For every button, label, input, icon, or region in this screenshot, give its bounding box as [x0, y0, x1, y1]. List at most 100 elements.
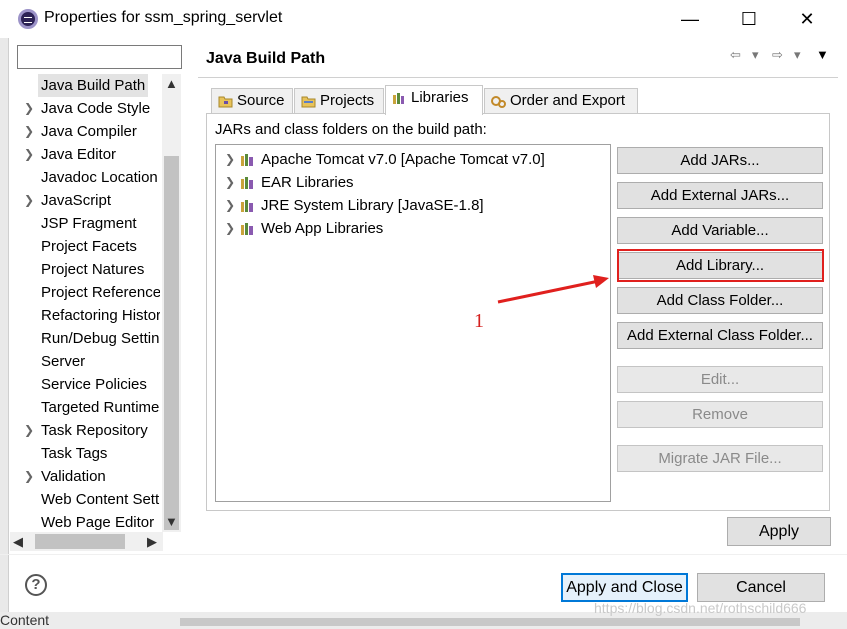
tree-item-label: Targeted Runtimes	[41, 399, 160, 416]
tab-libraries[interactable]: Libraries	[385, 85, 483, 115]
close-button[interactable]: ✕	[793, 6, 821, 32]
apply-button[interactable]: Apply	[727, 517, 831, 546]
watermark: https://blog.csdn.net/rothschild666	[594, 600, 807, 616]
expand-chevron-icon[interactable]: ❯	[225, 194, 235, 217]
forward-menu-chevron-icon[interactable]: ▾	[794, 47, 801, 63]
tree-item[interactable]: Javadoc Location	[10, 166, 160, 189]
tree-item[interactable]: ❯ Validation	[10, 465, 160, 488]
background-window-edge	[0, 38, 9, 629]
library-label: Apache Tomcat v7.0 [Apache Tomcat v7.0]	[261, 151, 545, 168]
tree-item[interactable]: Web Content Settings	[10, 488, 160, 511]
scrollbar-thumb[interactable]	[164, 156, 179, 530]
tree-item[interactable]: Task Tags	[10, 442, 160, 465]
order-export-icon	[491, 96, 506, 108]
expand-chevron-icon[interactable]: ❯	[225, 148, 235, 171]
annotation-highlight-box	[617, 249, 824, 282]
tree-item-label: Java Code Style	[41, 100, 151, 117]
scroll-down-icon[interactable]: ▼	[165, 514, 178, 529]
tree-vertical-scrollbar[interactable]: ▲ ▼	[162, 74, 181, 532]
tab-source[interactable]: Source	[211, 88, 293, 114]
build-path-libraries-tree[interactable]: ❯ Apache Tomcat v7.0 [Apache Tomcat v7.0]…	[215, 144, 611, 502]
window-title: Properties for ssm_spring_servlet	[44, 9, 283, 26]
scroll-left-icon[interactable]: ◀	[13, 532, 23, 551]
scroll-up-icon[interactable]: ▲	[165, 76, 178, 91]
expand-chevron-icon[interactable]: ❯	[24, 419, 34, 442]
divider	[0, 554, 847, 555]
expand-chevron-icon[interactable]: ❯	[24, 143, 34, 166]
migrate-jar-button[interactable]: Migrate JAR File...	[617, 445, 823, 472]
library-icon	[241, 177, 253, 189]
tree-item-label: Task Tags	[41, 445, 108, 462]
divider	[198, 77, 838, 78]
tree-item[interactable]: ❯ JavaScript	[10, 189, 160, 212]
tree-item[interactable]: Service Policies	[10, 373, 160, 396]
library-label: EAR Libraries	[261, 174, 354, 191]
tree-item[interactable]: ❯ Java Code Style	[10, 97, 160, 120]
tree-item[interactable]: Project References	[10, 281, 160, 304]
expand-chevron-icon[interactable]: ❯	[24, 189, 34, 212]
tab-label: Projects	[320, 92, 375, 109]
tree-item-label: Project References	[41, 284, 160, 301]
page-title: Java Build Path	[206, 50, 326, 67]
title-bar: Properties for ssm_spring_servlet — ☐ ✕	[0, 0, 847, 38]
tree-item-label: Web Content Settings	[41, 491, 160, 508]
edit-button[interactable]: Edit...	[617, 366, 823, 393]
tree-item-label: Service Policies	[41, 376, 147, 393]
tab-order-and-export[interactable]: Order and Export	[484, 88, 638, 114]
tree-item[interactable]: ❯ Task Repository	[10, 419, 160, 442]
tree-item-label: Project Natures	[41, 261, 145, 278]
tab-projects[interactable]: Projects	[294, 88, 384, 114]
filter-input[interactable]	[17, 45, 182, 69]
page-navigation: ⇦ ▾ ⇨ ▾ ▼	[730, 47, 830, 67]
tree-item-label: JavaScript	[41, 192, 112, 209]
back-arrow-icon[interactable]: ⇦	[730, 47, 741, 63]
library-icon	[241, 200, 253, 212]
tree-item[interactable]: Targeted Runtimes	[10, 396, 160, 419]
help-icon[interactable]: ?	[25, 574, 47, 596]
cancel-button[interactable]: Cancel	[697, 573, 825, 602]
expand-chevron-icon[interactable]: ❯	[24, 97, 34, 120]
forward-arrow-icon[interactable]: ⇨	[772, 47, 783, 63]
tree-item[interactable]: Project Natures	[10, 258, 160, 281]
tree-item[interactable]: JSP Fragment	[10, 212, 160, 235]
tree-item-label: Server	[41, 353, 86, 370]
add-class-folder-button[interactable]: Add Class Folder...	[617, 287, 823, 314]
annotation-arrow-icon	[497, 275, 609, 304]
property-pages-tree: Java Build Path ❯ Java Code Style ❯ Java Com…	[10, 74, 181, 532]
library-label: JRE System Library [JavaSE-1.8]	[261, 197, 484, 214]
scroll-right-icon[interactable]: ▶	[147, 532, 157, 551]
tree-item-label: Task Repository	[41, 422, 148, 439]
tree-item[interactable]: ❯ Java Compiler	[10, 120, 160, 143]
add-external-jars-button[interactable]: Add External JARs...	[617, 182, 823, 209]
tree-item-label: Refactoring History	[41, 307, 160, 324]
tree-item[interactable]: Web Page Editor	[10, 511, 160, 532]
tree-item-label: Project Facets	[41, 238, 137, 255]
expand-chevron-icon[interactable]: ❯	[225, 171, 235, 194]
tree-item-label: JSP Fragment	[41, 215, 137, 232]
expand-chevron-icon[interactable]: ❯	[24, 120, 34, 143]
tree-item[interactable]: Server	[10, 350, 160, 373]
add-jars-button[interactable]: Add JARs...	[617, 147, 823, 174]
add-external-class-folder-button[interactable]: Add External Class Folder...	[617, 322, 823, 349]
tree-item[interactable]: Java Build Path	[10, 74, 160, 97]
remove-button[interactable]: Remove	[617, 401, 823, 428]
maximize-button[interactable]: ☐	[735, 6, 763, 32]
tree-item[interactable]: Run/Debug Settings	[10, 327, 160, 350]
add-variable-button[interactable]: Add Variable...	[617, 217, 823, 244]
background-content-label: Content	[0, 612, 50, 628]
expand-chevron-icon[interactable]: ❯	[225, 217, 235, 240]
scrollbar-thumb[interactable]	[35, 534, 125, 549]
tree-item-label: Validation	[41, 468, 106, 485]
tree-item[interactable]: Project Facets	[10, 235, 160, 258]
minimize-button[interactable]: —	[676, 6, 704, 32]
tab-label: Order and Export	[510, 92, 626, 109]
expand-chevron-icon[interactable]: ❯	[24, 465, 34, 488]
tree-item[interactable]: ❯ Java Editor	[10, 143, 160, 166]
tree-horizontal-scrollbar[interactable]: ◀ ▶	[10, 532, 163, 551]
back-menu-chevron-icon[interactable]: ▾	[752, 47, 759, 63]
tab-label: Source	[237, 92, 285, 109]
apply-and-close-button[interactable]: Apply and Close	[561, 573, 688, 602]
tree-item[interactable]: Refactoring History	[10, 304, 160, 327]
view-menu-icon[interactable]: ▼	[816, 47, 829, 62]
library-label: Web App Libraries	[261, 220, 384, 237]
